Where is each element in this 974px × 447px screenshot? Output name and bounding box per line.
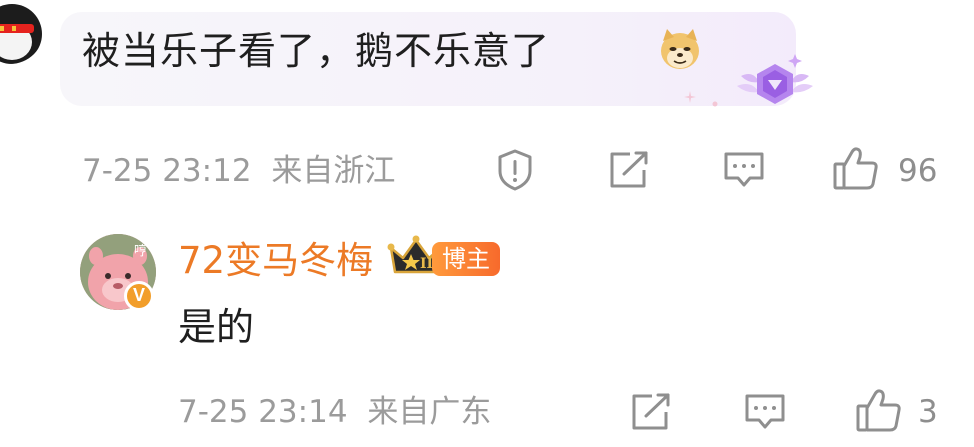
- like-count: 96: [898, 153, 938, 189]
- reply-comment-icon[interactable]: [743, 392, 787, 436]
- reply-location: 来自广东: [367, 394, 492, 430]
- host-badge: 博主: [432, 242, 500, 276]
- comment-meta: 7-25 23:12 来自浙江: [82, 151, 395, 191]
- comment-location: 来自浙江: [271, 153, 396, 189]
- comment-text: 被当乐子看了，鹅不乐意了: [82, 29, 551, 73]
- reply-share-icon[interactable]: [630, 392, 672, 436]
- report-icon[interactable]: [494, 148, 536, 196]
- reply-text: 是的: [178, 305, 255, 349]
- reply-username[interactable]: 72变马冬梅: [178, 238, 373, 284]
- share-icon[interactable]: [608, 150, 650, 194]
- gem-badge-icon: [735, 50, 815, 112]
- avatar-sticker-label: 哼: [134, 244, 148, 259]
- reply-meta: 7-25 23:14 来自广东: [178, 392, 491, 432]
- verified-badge-icon: V: [124, 281, 154, 311]
- reply-time: 7-25 23:14: [178, 394, 348, 430]
- reply-like-count: 3: [918, 394, 938, 430]
- comment-time: 7-25 23:12: [82, 153, 252, 189]
- like-icon[interactable]: [832, 144, 880, 196]
- commenter-avatar[interactable]: [0, 0, 44, 64]
- sparkle-dot-icon: [712, 92, 718, 111]
- reply-like-icon[interactable]: [855, 386, 903, 438]
- comment-icon[interactable]: [722, 150, 766, 194]
- doge-emoji-icon: [659, 27, 701, 71]
- sparkle-icon: [684, 88, 696, 107]
